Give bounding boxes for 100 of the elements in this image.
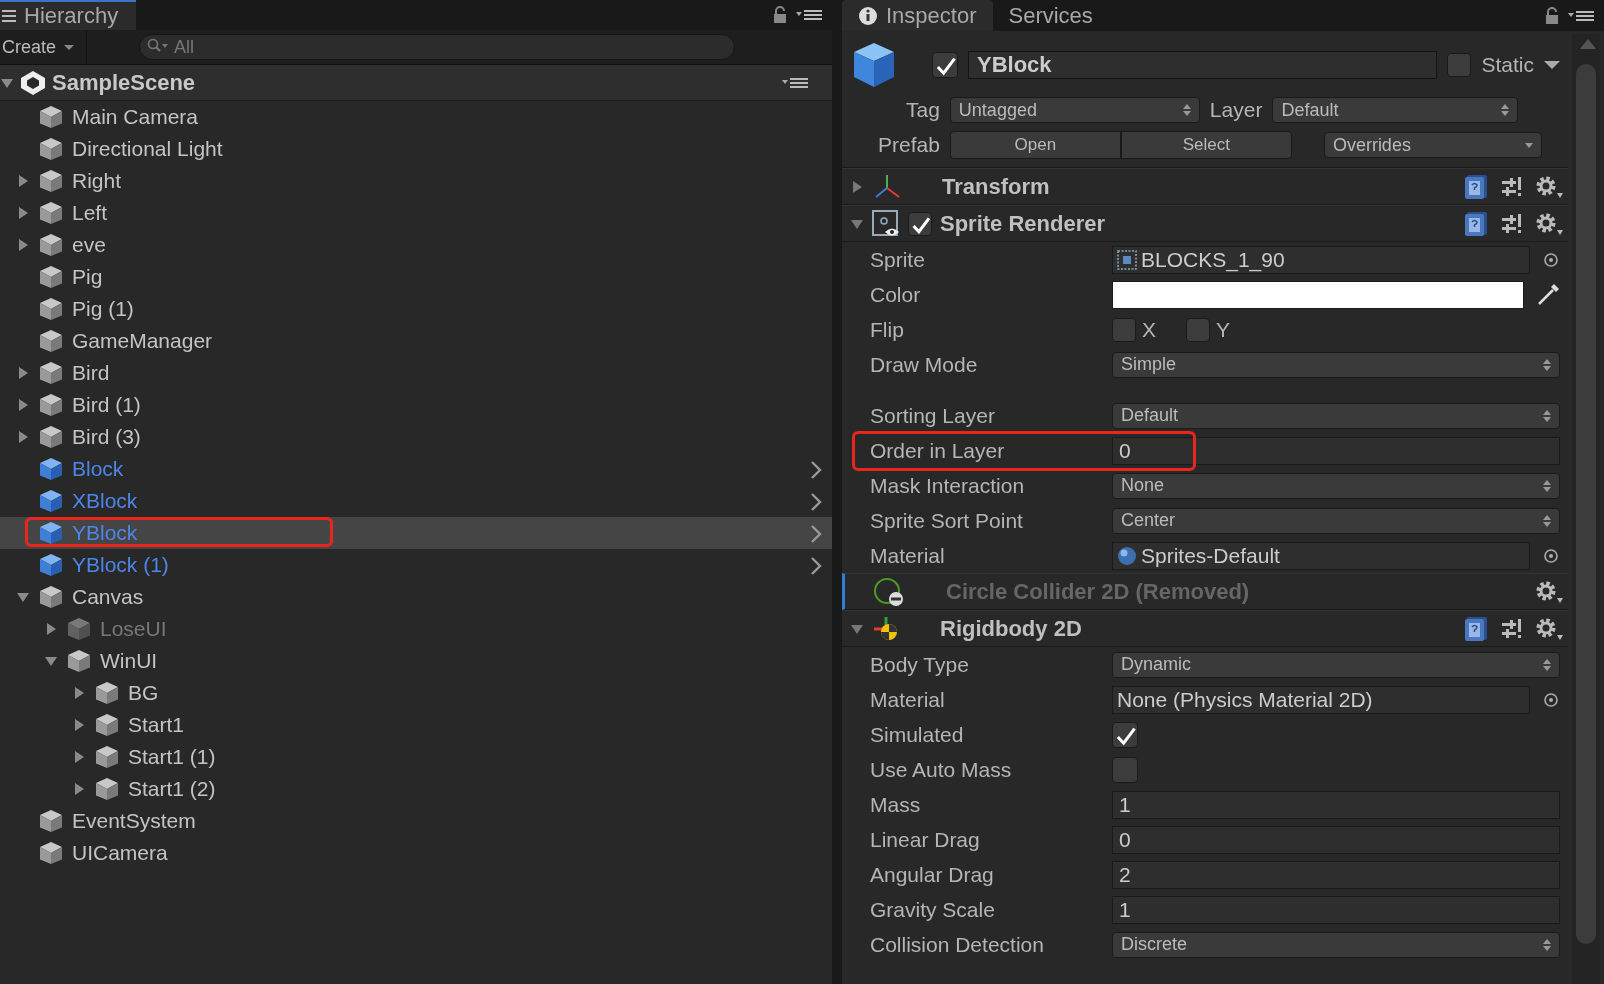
panel-tab[interactable]: Inspector: [842, 0, 993, 31]
dropdown[interactable]: None: [1112, 472, 1560, 499]
chevron-icon[interactable]: [810, 493, 822, 511]
chevron-icon[interactable]: [810, 557, 822, 575]
expand-arrow[interactable]: [16, 430, 30, 444]
cube-icon: [852, 41, 896, 89]
dropdown[interactable]: Discrete: [1112, 931, 1560, 958]
dropdown[interactable]: Default: [1112, 402, 1560, 429]
number-field[interactable]: 1: [1112, 895, 1560, 924]
component-header[interactable]: Rigidbody 2D: [842, 610, 1568, 647]
target-icon[interactable]: [1542, 690, 1560, 709]
expand-arrow[interactable]: [72, 782, 86, 796]
hierarchy-row[interactable]: BG: [0, 677, 832, 709]
object-name: Pig: [72, 265, 103, 289]
menu-icon[interactable]: [794, 8, 824, 22]
expand-arrow[interactable]: [16, 366, 30, 380]
menu-icon[interactable]: [780, 75, 810, 90]
checkbox[interactable]: [1186, 317, 1210, 342]
checkbox[interactable]: [1112, 756, 1138, 783]
number-field[interactable]: 1: [1112, 790, 1560, 819]
object-name: Block: [72, 457, 124, 481]
create-dropdown[interactable]: Create: [0, 30, 88, 64]
checkbox[interactable]: [908, 211, 932, 236]
expand-arrow[interactable]: [72, 686, 86, 700]
chevron-icon[interactable]: [810, 525, 822, 543]
hierarchy-row[interactable]: Canvas: [0, 581, 832, 613]
dropdown[interactable]: Simple: [1112, 351, 1560, 378]
hierarchy-row[interactable]: Pig (1): [0, 293, 832, 325]
hierarchy-row[interactable]: Block: [0, 453, 832, 485]
hierarchy-row[interactable]: EventSystem: [0, 805, 832, 837]
help-book-icon[interactable]: [1464, 173, 1488, 200]
expand-arrow[interactable]: [72, 718, 86, 732]
hierarchy-row[interactable]: Bird (1): [0, 389, 832, 421]
help-book-icon[interactable]: [1464, 210, 1488, 237]
number-field[interactable]: 2: [1112, 860, 1560, 889]
object-field[interactable]: Sprites-Default: [1112, 541, 1530, 570]
name-field[interactable]: YBlock: [968, 51, 1438, 79]
hierarchy-row[interactable]: UICamera: [0, 837, 832, 869]
expand-arrow[interactable]: [16, 398, 30, 412]
hierarchy-row[interactable]: Pig: [0, 261, 832, 293]
dropdown[interactable]: Dynamic: [1112, 651, 1560, 678]
caret-icon[interactable]: [1544, 60, 1560, 70]
menu-icon[interactable]: [1566, 9, 1596, 23]
sliders-icon[interactable]: [1500, 174, 1522, 199]
lock-icon[interactable]: [772, 6, 788, 24]
eyedropper-icon[interactable]: [1536, 282, 1560, 307]
color-swatch[interactable]: [1112, 280, 1524, 309]
expand-arrow[interactable]: [16, 238, 30, 252]
hierarchy-row[interactable]: XBlock: [0, 485, 832, 517]
hierarchy-row[interactable]: Bird (3): [0, 421, 832, 453]
property-label: Use Auto Mass: [870, 757, 1013, 782]
checkbox[interactable]: [1112, 721, 1138, 748]
hierarchy-row[interactable]: Directional Light: [0, 133, 832, 165]
expand-arrow[interactable]: [44, 654, 58, 668]
hierarchy-row[interactable]: Bird: [0, 357, 832, 389]
dropdown[interactable]: Center: [1112, 507, 1560, 534]
hierarchy-row[interactable]: WinUI: [0, 645, 832, 677]
expand-arrow[interactable]: [16, 590, 30, 604]
hierarchy-row[interactable]: GameManager: [0, 325, 832, 357]
number-field[interactable]: 0: [1112, 436, 1560, 465]
target-icon[interactable]: [1542, 250, 1560, 269]
lock-icon[interactable]: [1544, 7, 1560, 25]
expand-arrow[interactable]: [72, 750, 86, 764]
property-label: Simulated: [870, 722, 965, 747]
hierarchy-row[interactable]: Start1: [0, 709, 832, 741]
checkbox[interactable]: [1112, 317, 1136, 342]
object-name: Left: [72, 201, 108, 225]
checkbox[interactable]: [1447, 53, 1472, 77]
prefab-button[interactable]: Select: [1120, 131, 1292, 159]
component-header[interactable]: Sprite Renderer: [842, 205, 1568, 242]
hierarchy-row[interactable]: Start1 (1): [0, 741, 832, 773]
prefab-button[interactable]: Open: [949, 131, 1121, 159]
sliders-icon[interactable]: [1500, 616, 1522, 641]
tag-dropdown[interactable]: Untagged: [949, 97, 1200, 123]
hierarchy-row[interactable]: Start1 (2): [0, 773, 832, 805]
checkbox[interactable]: [932, 52, 958, 78]
expand-arrow[interactable]: [16, 174, 30, 188]
component-header[interactable]: Transform: [842, 168, 1568, 205]
chevron-icon[interactable]: [810, 461, 822, 479]
sliders-icon[interactable]: [1500, 211, 1522, 236]
panel-tab[interactable]: Services: [992, 0, 1109, 31]
hierarchy-row[interactable]: eve: [0, 229, 832, 261]
hierarchy-row[interactable]: YBlock (1): [0, 549, 832, 581]
help-book-icon[interactable]: [1464, 615, 1488, 642]
expand-arrow[interactable]: [850, 179, 864, 194]
property-label: Flip: [870, 317, 905, 342]
expand-arrow[interactable]: [16, 206, 30, 220]
search-field[interactable]: All: [139, 34, 736, 60]
layer-dropdown[interactable]: Default: [1272, 97, 1519, 123]
target-icon[interactable]: [1542, 546, 1560, 565]
object-field[interactable]: None (Physics Material 2D): [1112, 685, 1530, 714]
hierarchy-row[interactable]: Right: [0, 165, 832, 197]
number-field[interactable]: 0: [1112, 825, 1560, 854]
hierarchy-tab[interactable]: Hierarchy: [0, 0, 137, 30]
hierarchy-row[interactable]: Main Camera: [0, 101, 832, 133]
object-field[interactable]: BLOCKS_1_90: [1112, 245, 1530, 274]
sprite-renderer-icon: [872, 209, 900, 238]
hierarchy-row[interactable]: Left: [0, 197, 832, 229]
overrides-dropdown[interactable]: Overrides: [1323, 132, 1542, 158]
scrollbar-thumb[interactable]: [1576, 64, 1596, 944]
